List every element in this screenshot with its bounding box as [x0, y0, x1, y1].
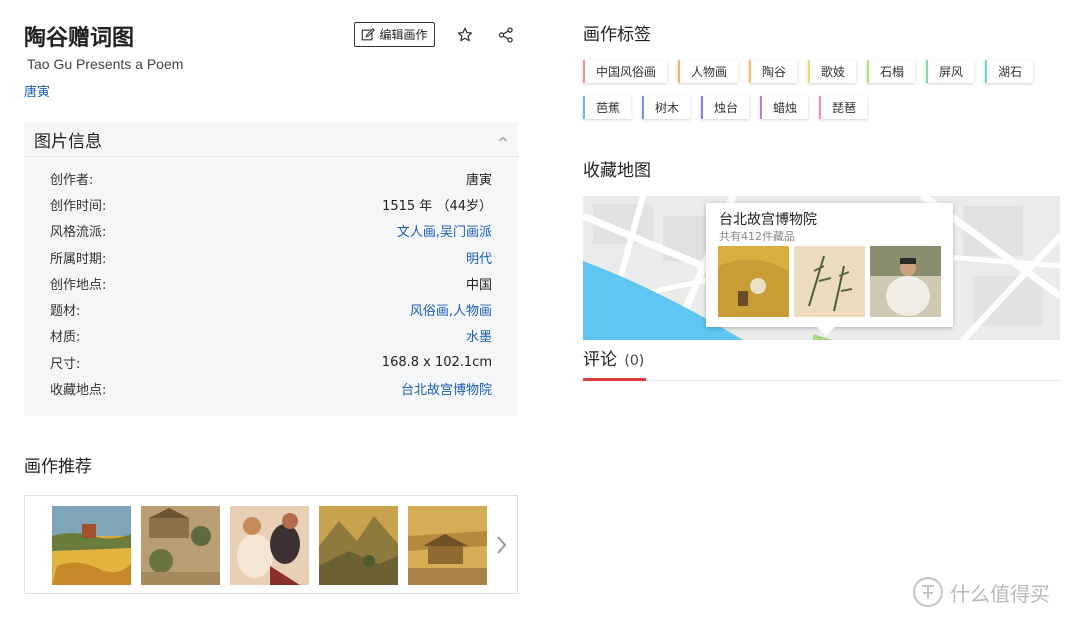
image-info-title: 图片信息	[34, 131, 102, 152]
recommend-title: 画作推荐	[24, 457, 92, 477]
info-label: 尺寸:	[50, 356, 81, 372]
tags-title: 画作标签	[583, 25, 651, 45]
info-value: 168.8 x 102.1cm	[381, 354, 492, 370]
tag-chip[interactable]: 石榻	[867, 60, 916, 83]
chevron-up-icon[interactable]	[496, 132, 510, 146]
tag-chip[interactable]: 琵琶	[819, 96, 868, 119]
info-label: 题材:	[50, 304, 81, 320]
comments-label: 评论	[583, 350, 617, 370]
period-link[interactable]: 明代	[466, 248, 492, 267]
info-label: 材质:	[50, 330, 81, 346]
info-value: 1515 年 （44岁）	[382, 198, 492, 214]
watermark-text: 什么值得买	[950, 581, 1050, 606]
info-label: 收藏地点:	[50, 383, 107, 399]
edit-artwork-label: 编辑画作	[379, 28, 428, 42]
info-row-date: 创作时间: 1515 年 （44岁）	[24, 191, 518, 217]
edit-icon	[362, 27, 376, 40]
image-info-rows: 创作者: 唐寅 创作时间: 1515 年 （44岁） 风格流派: 文人画,吴门画…	[24, 157, 518, 402]
edit-artwork-button[interactable]: 编辑画作	[354, 22, 435, 47]
info-row-collection: 收藏地点: 台北故宫博物院	[24, 375, 518, 401]
artwork-title: 陶谷赠词图	[24, 26, 135, 51]
artist-link[interactable]: 唐寅	[24, 81, 50, 100]
recommend-thumb-landscape[interactable]	[319, 506, 398, 585]
image-info-panel: 图片信息 创作者: 唐寅 创作时间: 1515 年 （44岁） 风格流派: 文人…	[24, 122, 518, 416]
museum-popup[interactable]: 台北故宫博物院 共有412件藏品	[706, 203, 953, 327]
info-label: 创作者:	[50, 172, 94, 188]
info-row-creator: 创作者: 唐寅	[24, 165, 518, 191]
recommend-thumb-harvest[interactable]	[52, 506, 131, 585]
watermark-logo-icon	[913, 577, 943, 607]
tag-chip[interactable]: 屏风	[926, 60, 975, 83]
subject-link[interactable]: 风俗画,人物画	[410, 300, 492, 319]
image-info-header[interactable]: 图片信息	[24, 122, 518, 157]
info-value: 唐寅	[465, 172, 492, 188]
museum-thumb-2[interactable]	[794, 246, 865, 317]
tag-chip[interactable]: 树木	[642, 96, 691, 119]
info-row-style: 风格流派: 文人画,吴门画派	[24, 218, 518, 244]
watermark: 什么值得买	[912, 576, 1050, 608]
tag-chip[interactable]: 歌妓	[808, 60, 857, 83]
comments-divider	[583, 380, 1060, 381]
recommend-thumb-pavilion[interactable]	[408, 506, 487, 585]
map-marker-pointer	[817, 327, 835, 336]
info-label: 风格流派:	[50, 225, 107, 241]
share-icon[interactable]	[497, 26, 515, 44]
tag-chip[interactable]: 人物画	[678, 60, 739, 83]
tag-chip[interactable]: 陶谷	[749, 60, 798, 83]
info-row-size: 尺寸: 168.8 x 102.1cm	[24, 349, 518, 375]
info-row-material: 材质: 水墨	[24, 323, 518, 349]
info-row-period: 所属时期: 明代	[24, 244, 518, 270]
tag-chip[interactable]: 中国风俗画	[583, 60, 668, 83]
style-link[interactable]: 文人画,吴门画派	[397, 221, 492, 240]
info-label: 所属时期:	[50, 251, 107, 267]
recommend-carousel	[24, 495, 518, 594]
museum-thumb-1[interactable]	[718, 246, 789, 317]
comments-count: (0)	[624, 353, 645, 369]
info-label: 创作时间:	[50, 198, 107, 214]
museum-thumb-3[interactable]	[870, 246, 941, 317]
museum-name[interactable]: 台北故宫博物院	[719, 209, 817, 229]
map-title: 收藏地图	[583, 161, 651, 181]
info-row-subject: 题材: 风俗画,人物画	[24, 296, 518, 322]
info-label: 创作地点:	[50, 277, 107, 293]
recommend-thumb-figures[interactable]	[230, 506, 309, 585]
tag-chip[interactable]: 湖石	[985, 60, 1034, 83]
recommend-thumb-village[interactable]	[141, 506, 220, 585]
info-value: 中国	[465, 277, 492, 293]
tag-chip[interactable]: 烛台	[701, 96, 750, 119]
tag-chip[interactable]: 芭蕉	[583, 96, 632, 119]
tag-chip[interactable]: 蜡烛	[760, 96, 809, 119]
collection-link[interactable]: 台北故宫博物院	[401, 379, 492, 398]
comments-tab-underline	[583, 378, 646, 381]
chevron-right-icon[interactable]	[495, 534, 509, 556]
tab-comments[interactable]: 评论 (0)	[583, 345, 644, 370]
artwork-english-title: Tao Gu Presents a Poem	[27, 56, 184, 72]
museum-collection-count: 共有412件藏品	[719, 230, 795, 243]
info-row-location: 创作地点: 中国	[24, 270, 518, 296]
star-icon[interactable]	[456, 26, 474, 44]
material-link[interactable]: 水墨	[466, 326, 492, 345]
